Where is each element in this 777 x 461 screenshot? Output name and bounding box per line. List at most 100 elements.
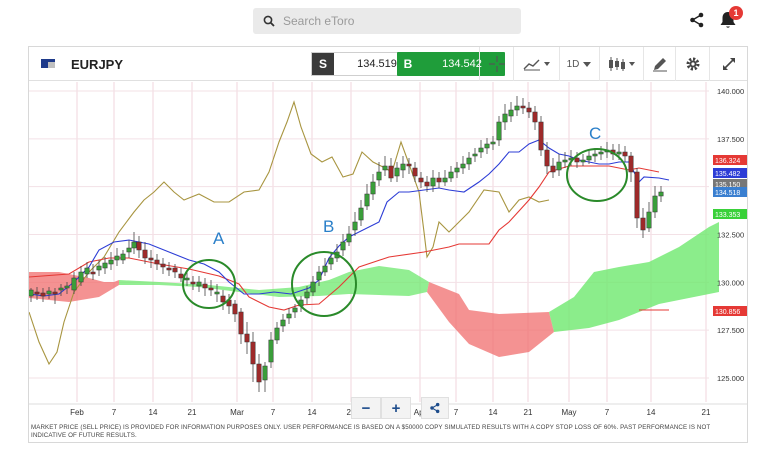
candle-body bbox=[256, 363, 262, 383]
price-axis-label: 125.000 bbox=[717, 374, 744, 383]
candle-body bbox=[418, 177, 424, 183]
chevron-down-icon bbox=[583, 62, 592, 67]
price-axis-label: 137.500 bbox=[717, 135, 744, 144]
time-axis-label: 14 bbox=[647, 408, 656, 417]
share-icon[interactable] bbox=[688, 11, 706, 29]
candle-body bbox=[466, 157, 472, 165]
candle-body bbox=[628, 155, 634, 173]
candle-body bbox=[160, 263, 166, 268]
candle-body bbox=[268, 339, 274, 363]
candle-body bbox=[108, 259, 114, 265]
candle-body bbox=[616, 151, 622, 155]
candle-body bbox=[412, 167, 418, 177]
candle-body bbox=[196, 281, 202, 287]
candle-body bbox=[376, 171, 382, 181]
price-tag-label: 136.324 bbox=[715, 158, 740, 165]
candle-body bbox=[460, 163, 466, 169]
settings-button[interactable] bbox=[675, 47, 709, 81]
candle-body bbox=[322, 265, 328, 273]
price-axis-label: 130.000 bbox=[717, 278, 744, 287]
candle-body bbox=[304, 291, 310, 299]
instrument-symbol: EURJPY bbox=[71, 57, 124, 72]
candle-body bbox=[46, 290, 52, 295]
fullscreen-button[interactable] bbox=[709, 47, 747, 81]
candle-body bbox=[232, 303, 238, 315]
time-axis-label: 14 bbox=[308, 408, 317, 417]
candle-body bbox=[154, 259, 160, 265]
candle-body bbox=[102, 262, 108, 269]
candle-body bbox=[58, 287, 64, 291]
candle-body bbox=[520, 105, 526, 109]
timeframe-dropdown[interactable]: 1D bbox=[559, 47, 599, 81]
candle-body bbox=[184, 277, 190, 281]
annotation-label: B bbox=[323, 217, 334, 236]
zoom-in-button[interactable]: + bbox=[381, 397, 411, 419]
chart-type-button[interactable] bbox=[513, 47, 559, 81]
candle-body bbox=[430, 177, 436, 187]
search-bar[interactable]: Search eToro bbox=[253, 8, 521, 34]
candle-body bbox=[166, 267, 172, 271]
candle-type-button[interactable] bbox=[599, 47, 643, 81]
candle-body bbox=[640, 217, 646, 231]
candle-body bbox=[586, 155, 592, 161]
time-axis-label: 14 bbox=[149, 408, 158, 417]
candle-body bbox=[370, 181, 376, 195]
time-axis-label: 7 bbox=[271, 408, 276, 417]
candle-body bbox=[634, 171, 640, 219]
candle-body bbox=[496, 121, 502, 141]
gear-icon bbox=[686, 57, 699, 71]
price-chart[interactable]: ABC140.000137.500135.000132.500130.00012… bbox=[29, 82, 747, 444]
buy-tag: B bbox=[403, 57, 413, 71]
price-axis-label: 140.000 bbox=[717, 87, 744, 96]
candle-body bbox=[532, 111, 538, 123]
zoom-out-label: − bbox=[361, 399, 371, 417]
candle-body bbox=[562, 159, 568, 163]
instrument-flag-icon bbox=[41, 59, 55, 68]
cloud-bear bbox=[427, 282, 554, 357]
candle-body bbox=[114, 255, 120, 261]
pencil-icon bbox=[652, 58, 667, 72]
crosshair-icon bbox=[488, 56, 505, 72]
time-axis-label: Feb bbox=[70, 408, 84, 417]
candle-body bbox=[364, 193, 370, 207]
candle-body bbox=[142, 249, 148, 259]
candle-body bbox=[292, 307, 298, 313]
zoom-out-button[interactable]: − bbox=[351, 397, 381, 419]
candle-body bbox=[394, 167, 400, 177]
candle-body bbox=[514, 105, 520, 111]
search-placeholder: Search eToro bbox=[283, 14, 355, 28]
candle-body bbox=[64, 285, 70, 289]
search-icon bbox=[263, 15, 275, 27]
candle-body bbox=[622, 151, 628, 157]
candle-body bbox=[316, 271, 322, 281]
candle-body bbox=[90, 271, 96, 275]
candle-body bbox=[262, 365, 268, 381]
time-axis-label: 21 bbox=[702, 408, 711, 417]
candle-body bbox=[71, 277, 77, 291]
time-axis-label: May bbox=[561, 408, 576, 417]
candle-body bbox=[328, 257, 334, 265]
time-axis-label: 14 bbox=[489, 408, 498, 417]
candle-body bbox=[244, 333, 250, 343]
candle-body bbox=[120, 253, 126, 261]
candle-body bbox=[148, 257, 154, 261]
candle-body bbox=[131, 241, 137, 249]
candle-body bbox=[136, 241, 142, 251]
annotation-circle-c bbox=[566, 148, 628, 202]
candle-body bbox=[424, 181, 430, 187]
candle-body bbox=[84, 267, 90, 275]
candle-body bbox=[388, 165, 394, 179]
candle-body bbox=[29, 289, 34, 297]
candle-body bbox=[286, 313, 292, 319]
candle-body bbox=[592, 153, 598, 157]
candle-body bbox=[658, 191, 664, 197]
crosshair-button[interactable] bbox=[479, 47, 513, 81]
chart-share-button[interactable] bbox=[421, 397, 449, 419]
candle-body bbox=[274, 327, 280, 341]
annotation-label: C bbox=[589, 124, 601, 143]
candle-body bbox=[280, 319, 286, 327]
price-tag-label: 130.856 bbox=[715, 309, 740, 316]
candle-body bbox=[78, 271, 84, 283]
candle-body bbox=[400, 163, 406, 171]
draw-tool-button[interactable] bbox=[643, 47, 675, 81]
